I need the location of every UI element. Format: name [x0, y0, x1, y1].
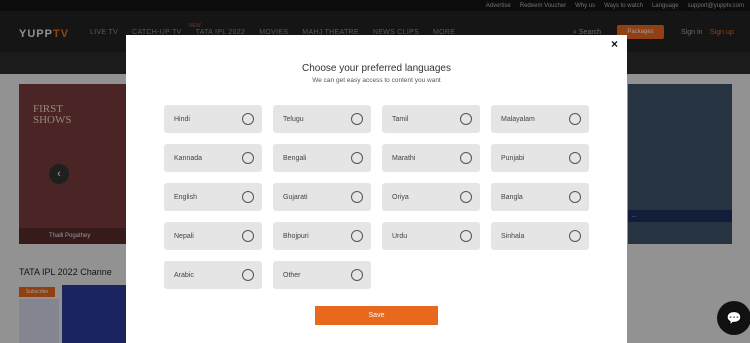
language-option-bhojpuri[interactable]: Bhojpuri — [273, 222, 371, 250]
language-grid: Hindi Telugu Tamil Malayalam Kannada Bengali M… — [164, 105, 589, 289]
radio-circle-icon[interactable] — [460, 113, 472, 125]
language-option-arabic[interactable]: Arabic — [164, 261, 262, 289]
radio-circle-icon[interactable] — [569, 113, 581, 125]
language-modal: × Choose your preferred languages We can… — [126, 35, 627, 343]
close-icon[interactable]: × — [611, 37, 618, 51]
radio-circle-icon[interactable] — [351, 191, 363, 203]
radio-circle-icon[interactable] — [351, 152, 363, 164]
language-option-malayalam[interactable]: Malayalam — [491, 105, 589, 133]
language-option-telugu[interactable]: Telugu — [273, 105, 371, 133]
language-label: Kannada — [174, 154, 203, 162]
language-label: Sinhala — [501, 232, 525, 240]
language-label: Other — [283, 271, 301, 279]
modal-title: Choose your preferred languages — [302, 63, 451, 74]
language-option-nepali[interactable]: Nepali — [164, 222, 262, 250]
radio-circle-icon[interactable] — [460, 191, 472, 203]
language-option-tamil[interactable]: Tamil — [382, 105, 480, 133]
language-option-other[interactable]: Other — [273, 261, 371, 289]
radio-circle-icon[interactable] — [351, 113, 363, 125]
language-option-gujarati[interactable]: Gujarati — [273, 183, 371, 211]
language-label: Malayalam — [501, 115, 535, 123]
language-label: Oriya — [392, 193, 409, 201]
chat-bubble-icon[interactable]: 💬 — [717, 301, 750, 335]
language-option-bangla[interactable]: Bangla — [491, 183, 589, 211]
language-label: Urdu — [392, 232, 408, 240]
radio-circle-icon[interactable] — [351, 269, 363, 281]
language-label: Gujarati — [283, 193, 308, 201]
radio-circle-icon[interactable] — [242, 152, 254, 164]
language-option-sinhala[interactable]: Sinhala — [491, 222, 589, 250]
language-label: Bangla — [501, 193, 523, 201]
language-label: Bhojpuri — [283, 232, 309, 240]
language-label: Hindi — [174, 115, 190, 123]
radio-circle-icon[interactable] — [351, 230, 363, 242]
language-option-hindi[interactable]: Hindi — [164, 105, 262, 133]
radio-circle-icon[interactable] — [242, 113, 254, 125]
language-option-marathi[interactable]: Marathi — [382, 144, 480, 172]
language-option-urdu[interactable]: Urdu — [382, 222, 480, 250]
language-label: Marathi — [392, 154, 416, 162]
radio-circle-icon[interactable] — [569, 191, 581, 203]
language-label: Bengali — [283, 154, 307, 162]
radio-circle-icon[interactable] — [460, 230, 472, 242]
save-button[interactable]: Save — [315, 306, 438, 325]
language-option-oriya[interactable]: Oriya — [382, 183, 480, 211]
language-label: Punjabi — [501, 154, 525, 162]
radio-circle-icon[interactable] — [569, 152, 581, 164]
language-label: Nepali — [174, 232, 194, 240]
language-option-kannada[interactable]: Kannada — [164, 144, 262, 172]
language-label: English — [174, 193, 197, 201]
radio-circle-icon[interactable] — [569, 230, 581, 242]
radio-circle-icon[interactable] — [242, 191, 254, 203]
language-label: Telugu — [283, 115, 304, 123]
radio-circle-icon[interactable] — [242, 230, 254, 242]
radio-circle-icon[interactable] — [460, 152, 472, 164]
language-label: Arabic — [174, 271, 194, 279]
language-option-bengali[interactable]: Bengali — [273, 144, 371, 172]
modal-subtitle: We can get easy access to content you wa… — [312, 77, 441, 84]
radio-circle-icon[interactable] — [242, 269, 254, 281]
language-option-english[interactable]: English — [164, 183, 262, 211]
language-label: Tamil — [392, 115, 409, 123]
language-option-punjabi[interactable]: Punjabi — [491, 144, 589, 172]
